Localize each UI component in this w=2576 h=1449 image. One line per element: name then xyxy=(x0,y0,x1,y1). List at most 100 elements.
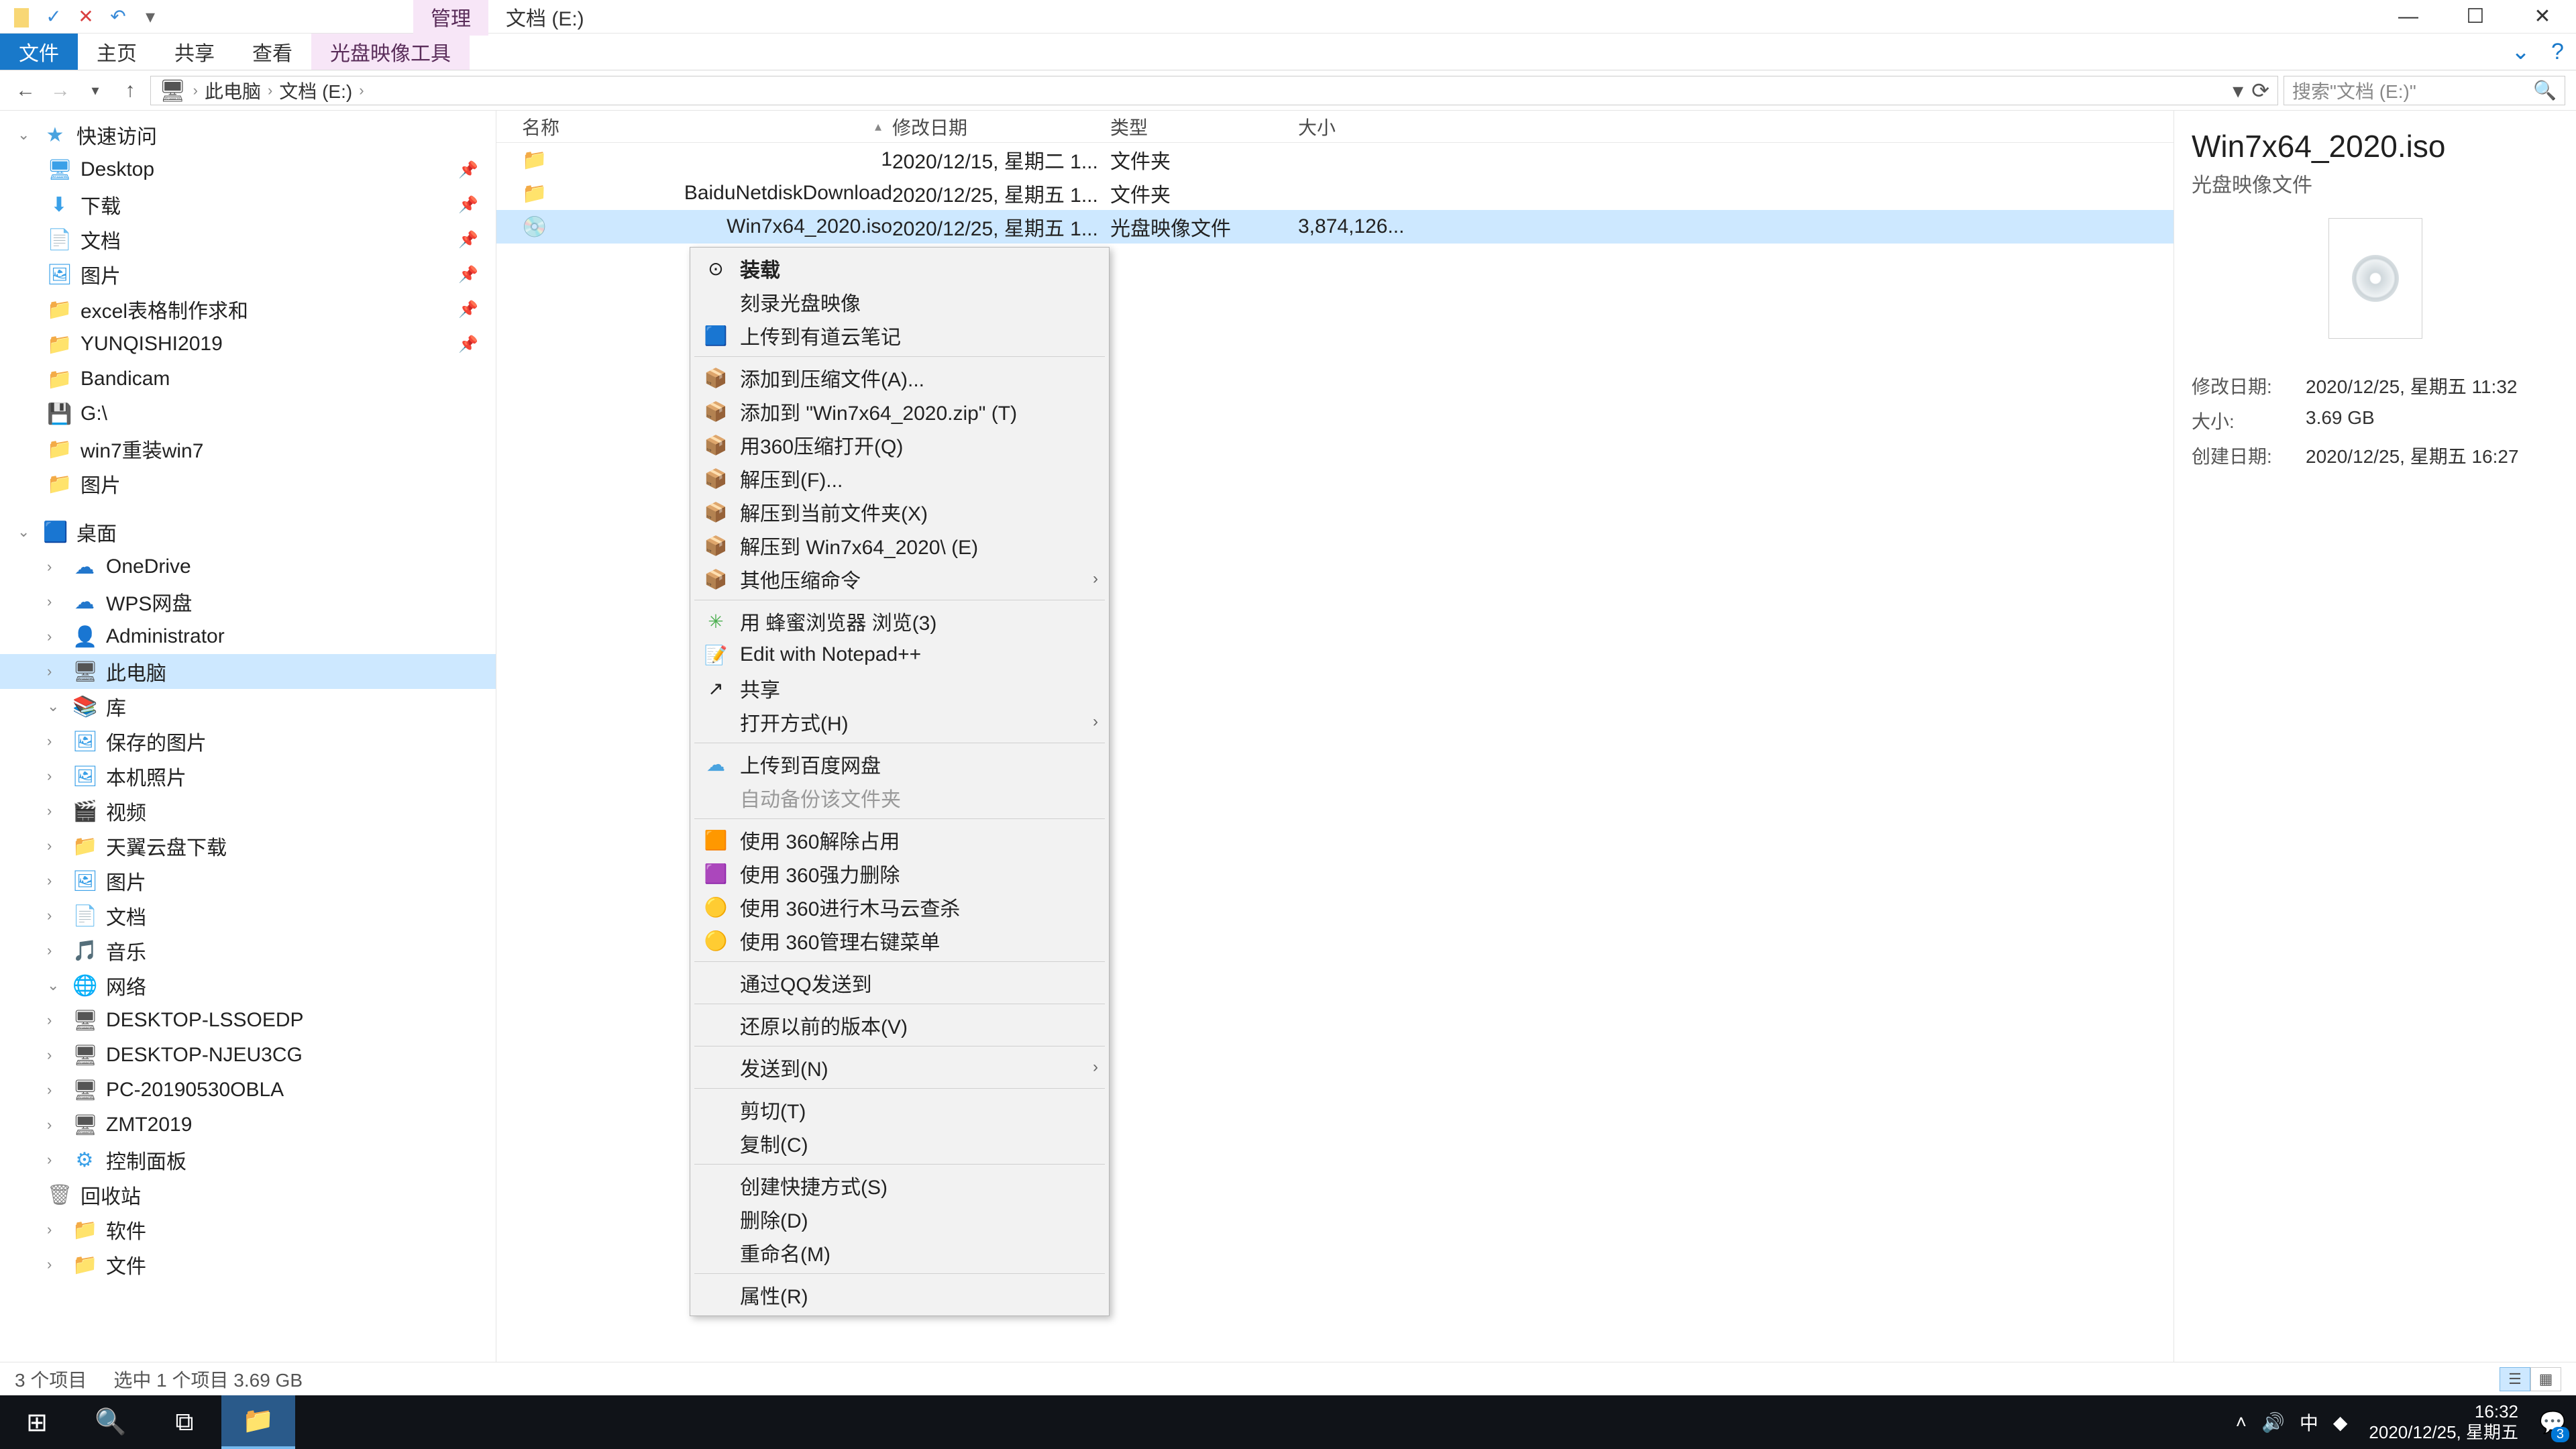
context-menu-item[interactable]: 属性(R) xyxy=(692,1278,1108,1311)
ribbon-tab-view[interactable]: 查看 xyxy=(233,34,311,70)
explorer-taskbar-icon[interactable]: 📁 xyxy=(221,1395,295,1449)
nav-downloads[interactable]: ⬇下载📌 xyxy=(0,187,496,222)
nav-this-pc[interactable]: ›🖥此电脑 xyxy=(0,654,496,689)
qat-delete-icon[interactable]: ✕ xyxy=(72,3,99,30)
context-menu-item[interactable]: 📦添加到压缩文件(A)... xyxy=(692,361,1108,394)
address-bar[interactable]: 🖥 › 此电脑 › 文档 (E:) › ▾ ⟳ xyxy=(150,76,2278,105)
search-box[interactable]: 搜索"文档 (E:)" 🔍 xyxy=(2284,76,2565,105)
file-row[interactable]: 📁BaiduNetdiskDownload2020/12/25, 星期五 1..… xyxy=(496,176,2174,210)
nav-pc2[interactable]: ›🖥DESKTOP-NJEU3CG xyxy=(0,1038,496,1073)
context-menu-item[interactable]: 创建快捷方式(S) xyxy=(692,1169,1108,1202)
nav-documents[interactable]: 📄文档📌 xyxy=(0,222,496,257)
context-menu-item[interactable]: 🟡使用 360进行木马云查杀 xyxy=(692,890,1108,924)
nav-desktop[interactable]: 🖥Desktop📌 xyxy=(0,152,496,187)
search-icon[interactable]: 🔍 xyxy=(2533,79,2557,101)
maximize-button[interactable]: ☐ xyxy=(2442,0,2509,34)
nav-network[interactable]: ⌄🌐网络 xyxy=(0,968,496,1003)
nav-desktop-root[interactable]: ⌄🟦桌面 xyxy=(0,515,496,549)
nav-pc4[interactable]: ›🖥ZMT2019 xyxy=(0,1108,496,1142)
nav-yunqishi[interactable]: 📁YUNQISHI2019📌 xyxy=(0,327,496,362)
context-menu-item[interactable]: ✳用 蜂蜜浏览器 浏览(3) xyxy=(692,604,1108,638)
nav-quick-access[interactable]: ⌄★快速访问 xyxy=(0,117,496,152)
task-view-button[interactable]: ⧉ xyxy=(148,1395,221,1449)
tray-overflow-icon[interactable]: ˄ xyxy=(2236,1411,2247,1433)
context-menu-item[interactable]: 发送到(N)› xyxy=(692,1051,1108,1084)
nav-excel-folder[interactable]: 📁excel表格制作求和📌 xyxy=(0,292,496,327)
nav-pc1[interactable]: ›🖥DESKTOP-LSSOEDP xyxy=(0,1003,496,1038)
nav-wps[interactable]: ›☁WPS网盘 xyxy=(0,584,496,619)
nav-g-drive[interactable]: 💾G:\ xyxy=(0,396,496,431)
context-menu-item[interactable]: 🟧使用 360解除占用 xyxy=(692,823,1108,857)
nav-administrator[interactable]: ›👤Administrator xyxy=(0,619,496,654)
context-menu-item[interactable]: 📦解压到(F)... xyxy=(692,462,1108,495)
context-menu-item[interactable]: 🟪使用 360强力删除 xyxy=(692,857,1108,890)
ime-indicator[interactable]: 中 xyxy=(2300,1409,2318,1436)
ribbon-tab-share[interactable]: 共享 xyxy=(156,34,233,70)
ribbon-tab-home[interactable]: 主页 xyxy=(78,34,156,70)
qat-dropdown-icon[interactable]: ▾ xyxy=(137,3,164,30)
file-row[interactable]: 💿Win7x64_2020.iso2020/12/25, 星期五 1...光盘映… xyxy=(496,210,2174,244)
nav-pc3[interactable]: ›🖥PC-20190530OBLA xyxy=(0,1073,496,1108)
context-menu-item[interactable]: 📦用360压缩打开(Q) xyxy=(692,428,1108,462)
nav-onedrive[interactable]: ›☁OneDrive xyxy=(0,549,496,584)
nav-control-panel[interactable]: ›⚙控制面板 xyxy=(0,1142,496,1177)
breadcrumb-pc[interactable]: 此电脑 xyxy=(205,77,261,104)
file-row[interactable]: 📁12020/12/15, 星期二 1...文件夹 xyxy=(496,143,2174,176)
folder-icon[interactable]: ▇ xyxy=(8,3,35,30)
context-menu-item[interactable]: 打开方式(H)› xyxy=(692,705,1108,739)
nav-tianyi[interactable]: ›📁天翼云盘下载 xyxy=(0,828,496,863)
start-button[interactable]: ⊞ xyxy=(0,1395,74,1449)
nav-win7[interactable]: 📁win7重装win7 xyxy=(0,431,496,466)
forward-button[interactable]: → xyxy=(46,76,75,105)
context-menu-item[interactable]: ☁上传到百度网盘 xyxy=(692,747,1108,781)
context-menu-item[interactable]: 删除(D) xyxy=(692,1202,1108,1236)
context-menu-item[interactable]: 📦其他压缩命令› xyxy=(692,562,1108,596)
context-menu-item[interactable]: 还原以前的版本(V) xyxy=(692,1008,1108,1042)
ribbon-tab-disc-tools[interactable]: 光盘映像工具 xyxy=(311,34,470,70)
context-menu-item[interactable]: 📦添加到 "Win7x64_2020.zip" (T) xyxy=(692,394,1108,428)
column-name[interactable]: 名称▴ xyxy=(496,113,892,140)
context-menu-item[interactable]: ⊙装载 xyxy=(692,252,1108,285)
details-view-button[interactable]: ☰ xyxy=(2500,1367,2530,1391)
context-menu-item[interactable]: ↗共享 xyxy=(692,672,1108,705)
nav-pictures3[interactable]: ›🖼图片 xyxy=(0,863,496,898)
search-button[interactable]: 🔍 xyxy=(74,1395,148,1449)
column-type[interactable]: 类型 xyxy=(1110,113,1298,140)
nav-docs3[interactable]: ›📄文档 xyxy=(0,898,496,933)
context-menu-item[interactable]: 🟦上传到有道云笔记 xyxy=(692,319,1108,352)
nav-files[interactable]: ›📁文件 xyxy=(0,1247,496,1282)
qat-undo-icon[interactable]: ↶ xyxy=(105,3,131,30)
nav-video[interactable]: ›🎬视频 xyxy=(0,794,496,828)
nav-local-pictures[interactable]: ›🖼本机照片 xyxy=(0,759,496,794)
refresh-icon[interactable]: ⟳ xyxy=(2251,78,2269,103)
context-menu-item[interactable]: 📦解压到当前文件夹(X) xyxy=(692,495,1108,529)
nav-library[interactable]: ⌄📚库 xyxy=(0,689,496,724)
context-menu-item[interactable]: 🟡使用 360管理右键菜单 xyxy=(692,924,1108,957)
nav-bandicam[interactable]: 📁Bandicam xyxy=(0,362,496,396)
icons-view-button[interactable]: ▦ xyxy=(2530,1367,2561,1391)
up-button[interactable]: ↑ xyxy=(115,76,145,105)
ribbon-expand-icon[interactable]: ⌄ xyxy=(2502,34,2539,70)
action-center-button[interactable]: 💬3 xyxy=(2529,1395,2576,1449)
nav-music[interactable]: ›🎵音乐 xyxy=(0,933,496,968)
context-menu-item[interactable]: 复制(C) xyxy=(692,1126,1108,1160)
context-menu-item[interactable]: 通过QQ发送到 xyxy=(692,966,1108,1000)
back-button[interactable]: ← xyxy=(11,76,40,105)
column-date[interactable]: 修改日期 xyxy=(892,113,1110,140)
nav-recycle-bin[interactable]: 🗑回收站 xyxy=(0,1177,496,1212)
volume-icon[interactable]: 🔊 xyxy=(2261,1411,2285,1434)
breadcrumb-drive[interactable]: 文档 (E:) xyxy=(279,77,352,104)
context-menu-item[interactable]: 重命名(M) xyxy=(692,1236,1108,1269)
context-menu-item[interactable]: 📦解压到 Win7x64_2020\ (E) xyxy=(692,529,1108,562)
help-icon[interactable]: ? xyxy=(2539,34,2576,70)
column-size[interactable]: 大小 xyxy=(1298,113,1452,140)
context-menu-item[interactable]: 刻录光盘映像 xyxy=(692,285,1108,319)
nav-saved-pictures[interactable]: ›🖼保存的图片 xyxy=(0,724,496,759)
recent-dropdown-icon[interactable]: ▾ xyxy=(80,76,110,105)
address-dropdown-icon[interactable]: ▾ xyxy=(2233,78,2243,103)
nav-pictures[interactable]: 🖼图片📌 xyxy=(0,257,496,292)
qat-save-icon[interactable]: ✓ xyxy=(40,3,67,30)
nav-pictures2[interactable]: 📁图片 xyxy=(0,466,496,501)
close-button[interactable]: ✕ xyxy=(2509,0,2576,34)
context-menu-item[interactable]: 剪切(T) xyxy=(692,1093,1108,1126)
